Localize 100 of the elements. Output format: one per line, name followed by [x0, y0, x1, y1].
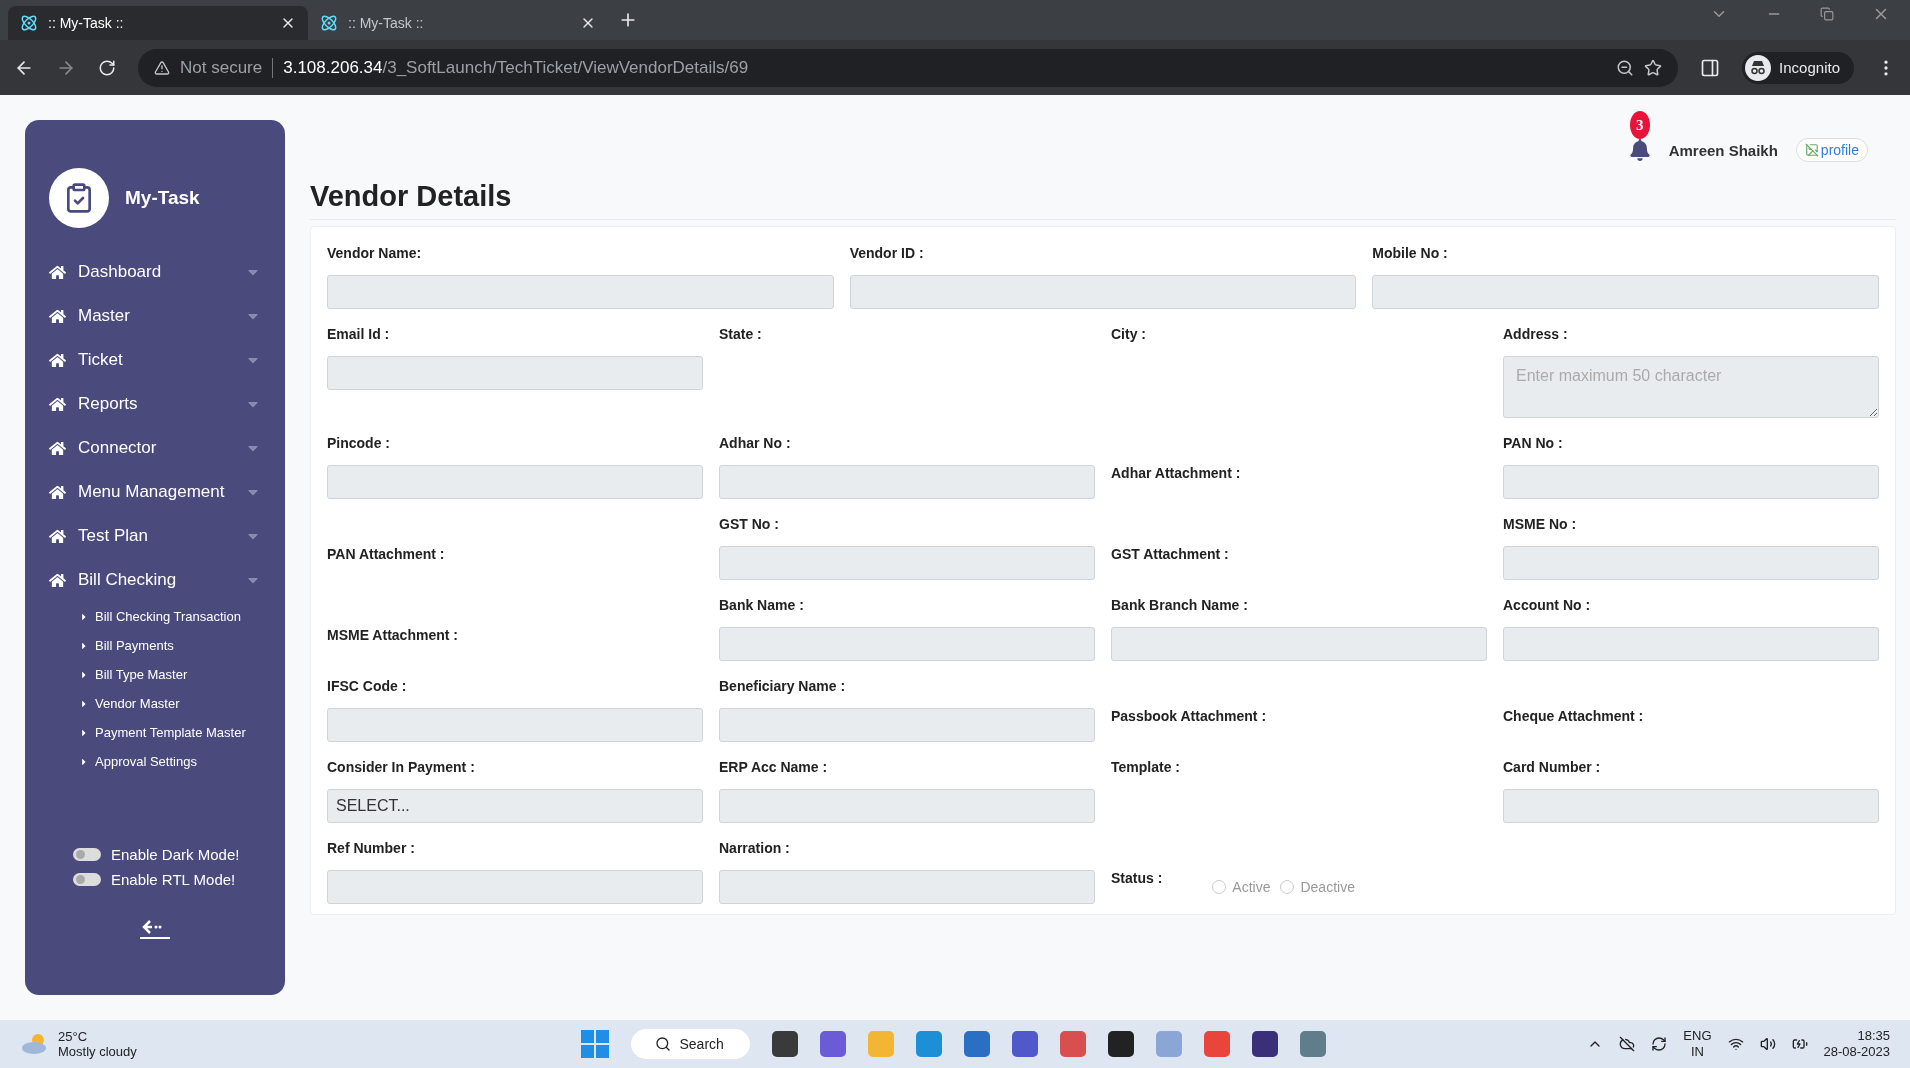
input-field[interactable]	[719, 789, 1095, 823]
input-field[interactable]	[327, 870, 703, 904]
field-label: Consider In Payment :	[327, 759, 475, 777]
input-field[interactable]	[719, 546, 1095, 580]
textarea-field[interactable]: Enter maximum 50 character	[1503, 356, 1879, 418]
submenu-item[interactable]: Approval Settings	[49, 747, 261, 776]
address-bar[interactable]: Not secure 3.108.206.34/3_SoftLaunch/TechTicket/ViewVendorDetails/69	[138, 48, 1679, 87]
field-label: Account No :	[1503, 597, 1591, 615]
field-label: Beneficiary Name :	[719, 678, 846, 696]
input-field[interactable]	[327, 465, 703, 499]
home-icon	[49, 395, 66, 413]
home-icon	[49, 483, 66, 501]
temperature: 25°C	[58, 1029, 89, 1044]
field-label: Email Id :	[327, 326, 390, 344]
input-field[interactable]	[1503, 789, 1879, 823]
page-title: Vendor Details	[310, 180, 1896, 220]
submenu-item[interactable]: Bill Checking Transaction	[49, 602, 261, 631]
reload-icon[interactable]	[98, 58, 116, 77]
submenu-item[interactable]: Bill Payments	[49, 631, 261, 660]
home-icon	[49, 307, 66, 325]
field-label: Template :	[1111, 759, 1180, 777]
toggle-switch[interactable]	[73, 873, 101, 886]
clock-time: 18:35	[1857, 1028, 1890, 1044]
app-icon[interactable]	[1251, 1031, 1278, 1057]
input-field[interactable]	[719, 708, 1095, 742]
menu-item[interactable]: Ticket	[49, 338, 261, 382]
submenu-item[interactable]: Payment Template Master	[49, 718, 261, 747]
home-icon	[49, 439, 66, 457]
menu-item[interactable]: Menu Management	[49, 470, 261, 514]
side-panel-icon[interactable]	[1700, 57, 1721, 78]
field-label: Pincode :	[327, 435, 390, 453]
radio-label: Deactive	[1300, 879, 1355, 895]
input-field[interactable]	[1503, 465, 1879, 499]
attachment-label: Passbook Attachment :	[1111, 708, 1267, 724]
back-arrow-icon[interactable]	[138, 918, 172, 940]
field-label: Vendor ID :	[849, 245, 924, 263]
input-field[interactable]	[719, 870, 1095, 904]
input-field[interactable]	[327, 275, 834, 309]
taskbar-search[interactable]: Search	[631, 1029, 750, 1059]
wifi-icon[interactable]	[1727, 1036, 1744, 1052]
battery-icon[interactable]	[1791, 1036, 1808, 1052]
avatar-image[interactable]: profile	[1795, 138, 1868, 162]
radio-button[interactable]	[1280, 880, 1295, 894]
menu-item[interactable]: Test Plan	[49, 514, 261, 558]
input-field[interactable]	[327, 356, 703, 390]
input-field[interactable]	[1503, 546, 1879, 580]
atom-icon	[20, 14, 38, 32]
menu-item[interactable]: Master	[49, 294, 261, 338]
app-icon[interactable]	[771, 1031, 798, 1057]
security-label: Not secure	[180, 57, 263, 78]
volume-icon[interactable]	[1759, 1036, 1776, 1052]
toggle-switch[interactable]	[73, 848, 101, 861]
region-text: IN	[1690, 1044, 1704, 1060]
input-field[interactable]	[719, 627, 1095, 661]
windows-logo-icon[interactable]	[581, 1030, 610, 1058]
attachment-label: Adhar Attachment :	[1111, 465, 1241, 481]
submenu-item[interactable]: Vendor Master	[49, 689, 261, 718]
browser-tab[interactable]: :: My-Task ::	[8, 6, 308, 40]
clipboard-logo-icon	[49, 168, 109, 228]
zoom-out-icon[interactable]	[1616, 58, 1635, 77]
input-field[interactable]	[1503, 627, 1879, 661]
field-label: Bank Branch Name :	[1111, 597, 1248, 615]
field-label: Vendor Name:	[327, 245, 422, 263]
menu-item[interactable]: Dashboard	[49, 250, 261, 294]
submenu-item[interactable]: Bill Type Master	[49, 660, 261, 689]
input-field[interactable]	[327, 708, 703, 742]
menu-item[interactable]: Connector	[49, 426, 261, 470]
home-icon	[49, 351, 66, 369]
star-icon[interactable]	[1644, 58, 1663, 77]
notification-badge: 3	[1629, 111, 1650, 139]
select-field[interactable]: SELECT...	[327, 789, 703, 823]
attachment-label: GST Attachment :	[1111, 546, 1229, 562]
clock-date: 28-08-2023	[1823, 1044, 1890, 1060]
input-field[interactable]	[1111, 627, 1487, 661]
input-field[interactable]	[719, 465, 1095, 499]
home-icon	[49, 527, 66, 545]
field-label: Address :	[1503, 326, 1568, 344]
app-icon[interactable]	[1107, 1031, 1134, 1057]
atom-icon	[320, 14, 338, 32]
bell-icon[interactable]	[1628, 139, 1651, 161]
radio-label: Active	[1232, 879, 1271, 895]
toggle-label: Enable Dark Mode!	[111, 846, 240, 863]
weather-text: Mostly cloudy	[58, 1044, 137, 1059]
restore-icon[interactable]	[1820, 5, 1834, 23]
input-field[interactable]	[1372, 275, 1879, 309]
field-label: Adhar No :	[719, 435, 791, 453]
menu-item[interactable]: Reports	[49, 382, 261, 426]
field-label: Status :	[1111, 870, 1163, 886]
cloud-off-icon	[1619, 1036, 1636, 1052]
attachment-label: PAN Attachment :	[327, 546, 445, 562]
field-label: GST No :	[719, 516, 779, 534]
url-text: 3.108.206.34/3_SoftLaunch/TechTicket/ViewVendorDetails/69	[283, 57, 749, 78]
menu-item[interactable]: Bill Checking	[49, 558, 261, 602]
field-label: IFSC Code :	[327, 678, 407, 696]
profile-button[interactable]: Incognito	[1742, 51, 1854, 84]
language-text: ENG	[1683, 1028, 1712, 1044]
radio-button[interactable]	[1212, 880, 1227, 894]
field-label: PAN No :	[1503, 435, 1563, 453]
input-field[interactable]	[849, 275, 1357, 309]
field-label: Mobile No :	[1372, 245, 1448, 263]
